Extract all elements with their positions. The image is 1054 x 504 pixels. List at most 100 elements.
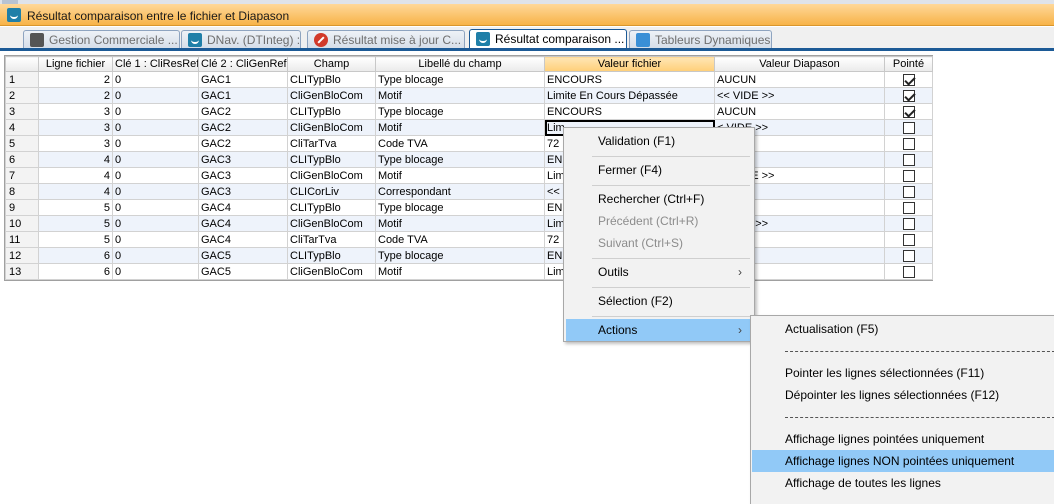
cell-cle2[interactable]: GAC2 (198, 103, 288, 120)
menu-item-suivant[interactable]: Suivant (Ctrl+S) (566, 232, 752, 254)
menu-item-selection[interactable]: Sélection (F2) (566, 290, 752, 312)
cell-pointe[interactable] (884, 71, 933, 88)
cell-pointe[interactable] (884, 135, 933, 152)
cell-cle1[interactable]: 0 (112, 183, 199, 200)
table-row[interactable]: 9 5 0 GAC4 CLITypBlo Type blocage EN (5, 199, 933, 216)
cell-champ[interactable]: CliGenBloCom (287, 215, 376, 232)
column-header-cle1[interactable]: Clé 1 : CliResRef (112, 56, 199, 72)
cell-valeur-diapason[interactable]: AUCUN (714, 71, 885, 88)
cell-cle2[interactable]: GAC3 (198, 167, 288, 184)
pointe-checkbox[interactable] (902, 105, 915, 118)
cell-pointe[interactable] (884, 151, 933, 168)
pointe-checkbox[interactable] (902, 217, 915, 230)
cell-cle2[interactable]: GAC2 (198, 135, 288, 152)
cell-pointe[interactable] (884, 103, 933, 120)
column-header-ligne-fichier[interactable]: Ligne fichier (38, 56, 113, 72)
cell-champ[interactable]: CLITypBlo (287, 151, 376, 168)
tab-dnav[interactable]: DNav. (DTInteg) : (181, 30, 301, 49)
submenu-item-affichage-non-pointees[interactable]: Affichage lignes NON pointées uniquement (752, 450, 1054, 472)
row-number[interactable]: 3 (5, 103, 39, 120)
column-header-cle2[interactable]: Clé 2 : CliGenRef (198, 56, 288, 72)
cell-libelle[interactable]: Type blocage (375, 247, 545, 264)
row-number[interactable]: 13 (5, 263, 39, 280)
cell-cle2[interactable]: GAC5 (198, 263, 288, 280)
cell-champ[interactable]: CliTarTva (287, 135, 376, 152)
table-row[interactable]: 1360GAC5CliGenBloComMotifLim>> (5, 263, 933, 280)
cell-libelle[interactable]: Type blocage (375, 151, 545, 168)
cell-cle1[interactable]: 0 (112, 151, 199, 168)
cell-cle1[interactable]: 0 (112, 87, 199, 104)
cell-libelle[interactable]: Type blocage (375, 199, 545, 216)
menu-item-actions[interactable]: Actions › (566, 319, 752, 341)
cell-ligne-fichier[interactable]: 5 (38, 199, 113, 216)
cell-cle1[interactable]: 0 (112, 199, 199, 216)
table-row[interactable]: 3 3 0 GAC2 CLITypBlo Type blocage ENCOURS AUCUN (5, 103, 933, 120)
cell-libelle[interactable]: Motif (375, 119, 545, 136)
submenu-item-affichage-pointees[interactable]: Affichage lignes pointées uniquement (752, 428, 1054, 450)
submenu-item-depointer[interactable]: Dépointer les lignes sélectionnées (F12) (752, 384, 1054, 406)
pointe-checkbox[interactable] (902, 153, 915, 166)
menu-item-outils[interactable]: Outils › (566, 261, 752, 283)
cell-pointe[interactable] (884, 167, 933, 184)
table-row[interactable]: 12 6 0 GAC5 CLITypBlo Type blocage EN (5, 247, 933, 264)
row-number[interactable]: 4 (5, 119, 39, 136)
cell-champ[interactable]: CLITypBlo (287, 103, 376, 120)
cell-ligne-fichier[interactable]: 2 (38, 87, 113, 104)
table-row[interactable]: 1050GAC4CliGenBloComMotifLim< VIDE >> (5, 215, 933, 232)
table-row[interactable]: 11 5 0 GAC4 CliTarTva Code TVA 72 (5, 231, 933, 248)
cell-champ[interactable]: CliGenBloCom (287, 263, 376, 280)
row-number[interactable]: 10 (5, 215, 39, 232)
cell-cle1[interactable]: 0 (112, 247, 199, 264)
cell-libelle[interactable]: Code TVA (375, 135, 545, 152)
cell-champ[interactable]: CliGenBloCom (287, 167, 376, 184)
row-number[interactable]: 2 (5, 87, 39, 104)
cell-valeur-diapason[interactable]: << VIDE >> (714, 87, 885, 104)
cell-cle2[interactable]: GAC4 (198, 199, 288, 216)
pointe-checkbox[interactable] (902, 121, 915, 134)
cell-pointe[interactable] (884, 215, 933, 232)
table-row[interactable]: 740GAC3CliGenBloComMotifLim<< VIDE >> (5, 167, 933, 184)
cell-cle2[interactable]: GAC5 (198, 247, 288, 264)
cell-champ[interactable]: CLITypBlo (287, 71, 376, 88)
cell-cle2[interactable]: GAC3 (198, 183, 288, 200)
cell-ligne-fichier[interactable]: 3 (38, 119, 113, 136)
cell-libelle[interactable]: Type blocage (375, 103, 545, 120)
table-row[interactable]: 2 2 0 GAC1 CliGenBloCom Motif Limite En Cours … (5, 87, 933, 104)
cell-libelle[interactable]: Motif (375, 167, 545, 184)
cell-cle1[interactable]: 0 (112, 231, 199, 248)
cell-ligne-fichier[interactable]: 3 (38, 103, 113, 120)
cell-cle1[interactable]: 0 (112, 71, 199, 88)
table-row[interactable]: 6 4 0 GAC3 CLITypBlo Type blocage EN (5, 151, 933, 168)
cell-champ[interactable]: CLITypBlo (287, 199, 376, 216)
menu-item-fermer[interactable]: Fermer (F4) (566, 159, 752, 181)
submenu-item-actualisation[interactable]: Actualisation (F5) (752, 318, 1054, 340)
cell-pointe[interactable] (884, 247, 933, 264)
cell-libelle[interactable]: Type blocage (375, 71, 545, 88)
menu-item-validation[interactable]: Validation (F1) (566, 130, 752, 152)
cell-cle1[interactable]: 0 (112, 263, 199, 280)
cell-valeur-fichier[interactable]: Limite En Cours Dépassée (544, 87, 715, 104)
column-header-pointe[interactable]: Pointé (884, 56, 933, 72)
column-header-champ[interactable]: Champ (287, 56, 376, 72)
menu-item-precedent[interactable]: Précédent (Ctrl+R) (566, 210, 752, 232)
cell-ligne-fichier[interactable]: 4 (38, 183, 113, 200)
cell-valeur-diapason[interactable]: AUCUN (714, 103, 885, 120)
table-row[interactable]: 1 2 0 GAC1 CLITypBlo Type blocage ENCOURS AUCUN (5, 71, 933, 88)
cell-ligne-fichier[interactable]: 3 (38, 135, 113, 152)
table-row[interactable]: 840GAC3CLICorLivCorrespondant<<ondant (5, 183, 933, 200)
tab-resultat-mise-a-jour[interactable]: Résultat mise à jour C... (307, 30, 465, 49)
pointe-checkbox[interactable] (902, 169, 915, 182)
pointe-checkbox[interactable] (902, 233, 915, 246)
row-number[interactable]: 9 (5, 199, 39, 216)
cell-pointe[interactable] (884, 183, 933, 200)
cell-champ[interactable]: CliTarTva (287, 231, 376, 248)
row-number[interactable]: 12 (5, 247, 39, 264)
cell-pointe[interactable] (884, 199, 933, 216)
tab-gestion-commerciale[interactable]: Gestion Commerciale ... (23, 30, 180, 49)
column-header-valeur-fichier[interactable]: Valeur fichier (544, 56, 715, 72)
column-header-rownum[interactable] (5, 56, 39, 72)
cell-cle1[interactable]: 0 (112, 135, 199, 152)
cell-libelle[interactable]: Motif (375, 215, 545, 232)
column-header-valeur-diapason[interactable]: Valeur Diapason (714, 56, 885, 72)
row-number[interactable]: 7 (5, 167, 39, 184)
